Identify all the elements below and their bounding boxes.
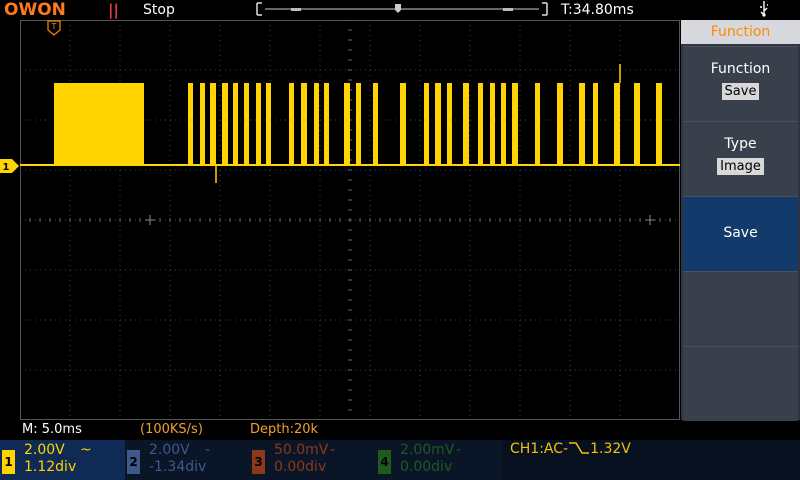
trigger-source: CH1:AC- <box>510 441 569 457</box>
ch2-status[interactable]: 2 2.00V - -1.34div <box>125 440 250 480</box>
ch4-status[interactable]: 4 2.00mV - 0.00div <box>376 440 502 480</box>
ch1-coupling: ~ <box>80 442 92 458</box>
brand-logo: OWON <box>4 0 66 20</box>
menu-save-button[interactable]: Save <box>683 196 798 271</box>
svg-text:1: 1 <box>3 162 10 173</box>
graticule <box>20 20 680 420</box>
ch4-volts: 2.00mV <box>400 442 455 458</box>
pause-icon[interactable]: || <box>108 1 119 19</box>
ch1-waveform <box>20 64 680 183</box>
acquisition-info: M: 5.0ms (100KS/s) Depth:20k <box>0 421 680 439</box>
menu-title: Function <box>681 20 800 44</box>
menu-function-value: Save <box>721 83 760 100</box>
usb-icon <box>758 1 770 21</box>
ch1-badge: 1 <box>2 450 15 474</box>
sample-rate: (100KS/s) <box>140 422 203 437</box>
horizontal-scale: M: 5.0ms <box>22 422 82 437</box>
ch3-badge: 3 <box>252 450 265 474</box>
status-bar: OWON || Stop T:34.80ms <box>0 0 800 20</box>
trigger-status[interactable]: CH1:AC- 1.32V <box>510 441 631 457</box>
menu-empty-button-4[interactable] <box>683 271 798 346</box>
ch2-badge: 2 <box>127 450 140 474</box>
ch4-offset: 0.00div <box>400 459 453 475</box>
run-state: Stop <box>143 2 175 18</box>
ch4-coupling: - <box>456 442 462 458</box>
ch3-volts: 50.0mV <box>274 442 329 458</box>
ch1-offset: 1.12div <box>24 459 77 475</box>
trigger-time: T:34.80ms <box>561 2 634 18</box>
channel-strip: 1 2.00V ~ 1.12div 2 2.00V - -1.34div 3 5… <box>0 440 800 480</box>
function-menu: Function Function Save Type Image Save <box>681 20 800 421</box>
ch1-volts: 2.00V <box>24 442 65 458</box>
memory-depth: Depth:20k <box>250 422 319 437</box>
ch4-badge: 4 <box>378 450 391 474</box>
waveform-display[interactable] <box>20 20 680 420</box>
ch2-offset: -1.34div <box>149 459 207 475</box>
menu-function-button[interactable]: Function Save <box>683 46 798 121</box>
ch3-offset: 0.00div <box>274 459 327 475</box>
trigger-position-marker[interactable]: T <box>47 20 61 36</box>
trigger-level: 1.32V <box>590 441 631 457</box>
falling-edge-icon <box>569 442 590 454</box>
ch2-coupling: - <box>205 442 211 458</box>
svg-text:T: T <box>51 22 57 31</box>
menu-type-button[interactable]: Type Image <box>683 121 798 196</box>
ch1-status[interactable]: 1 2.00V ~ 1.12div <box>0 440 125 480</box>
menu-save-label: Save <box>723 225 758 241</box>
ch3-status[interactable]: 3 50.0mV - 0.00div <box>250 440 376 480</box>
menu-type-label: Type <box>724 136 757 152</box>
memory-position-bar <box>256 2 548 16</box>
ch3-coupling: - <box>330 442 336 458</box>
menu-empty-button-5[interactable] <box>683 346 798 421</box>
menu-function-label: Function <box>710 61 771 77</box>
ch1-level-marker[interactable]: 1 <box>0 159 20 173</box>
menu-type-value: Image <box>717 158 764 175</box>
ch2-volts: 2.00V <box>149 442 190 458</box>
